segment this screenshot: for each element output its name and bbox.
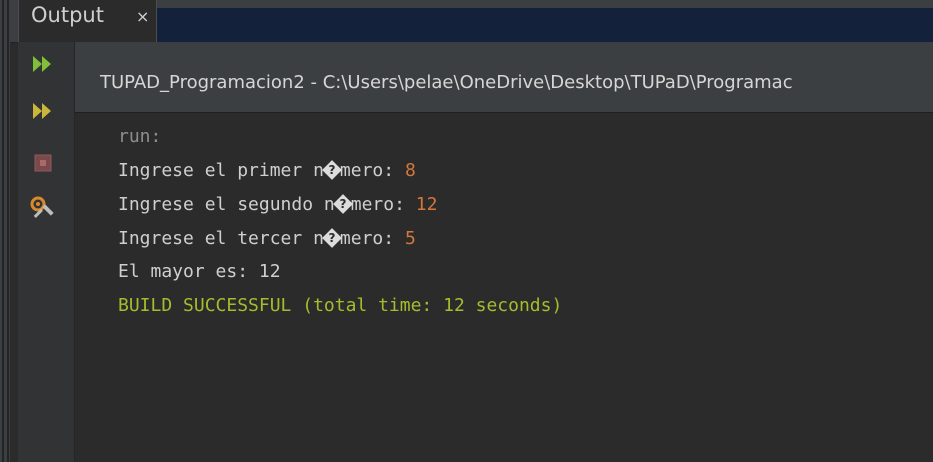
console-output[interactable]: run: Ingrese el primer n? mero: 8 Ingrese… xyxy=(75,113,933,462)
tab-bar-background xyxy=(155,8,933,42)
stop-icon[interactable] xyxy=(29,149,57,177)
prompt-suffix: mero: xyxy=(339,228,405,249)
console-line: Ingrese el primer n? mero: 8 xyxy=(118,159,416,183)
prompt-prefix: Ingrese el primer n xyxy=(118,160,324,181)
replacement-char-icon: ? xyxy=(332,194,353,214)
replacement-char-icon: ? xyxy=(322,160,342,180)
user-input-value: 12 xyxy=(415,194,438,215)
user-input-value: 5 xyxy=(404,228,416,249)
process-header: TUPAD_Programacion2 - C:\Users\pelae\One… xyxy=(75,42,933,113)
rerun-with-params-icon[interactable] xyxy=(29,97,57,125)
result-line: El mayor es: 12 xyxy=(118,261,281,282)
prompt-prefix: Ingrese el segundo n xyxy=(118,194,335,215)
prompt-suffix: mero: xyxy=(350,194,416,215)
tab-bar: Output × xyxy=(10,0,933,43)
build-status: BUILD SUCCESSFUL (total time: 12 seconds… xyxy=(118,295,563,316)
tab-output[interactable]: Output × xyxy=(18,0,157,43)
user-input-value: 8 xyxy=(404,160,416,181)
settings-icon[interactable] xyxy=(29,194,57,222)
output-window: Output × TUPAD_Programacion2 - C:\Users\… xyxy=(0,0,933,462)
console-line: Ingrese el tercer n? mero: 5 xyxy=(118,227,416,251)
window-edge xyxy=(0,0,10,462)
tab-output-label: Output xyxy=(31,3,104,27)
close-icon[interactable]: × xyxy=(136,2,149,32)
prompt-prefix: Ingrese el tercer n xyxy=(118,228,324,249)
console-line: Ingrese el segundo n? mero: 12 xyxy=(118,193,437,217)
replacement-char-icon: ? xyxy=(322,228,342,248)
run-label: run: xyxy=(118,126,162,147)
prompt-suffix: mero: xyxy=(339,160,405,181)
process-path: TUPAD_Programacion2 - C:\Users\pelae\One… xyxy=(100,72,793,93)
output-toolbar xyxy=(18,42,75,462)
rerun-icon[interactable] xyxy=(29,50,57,78)
